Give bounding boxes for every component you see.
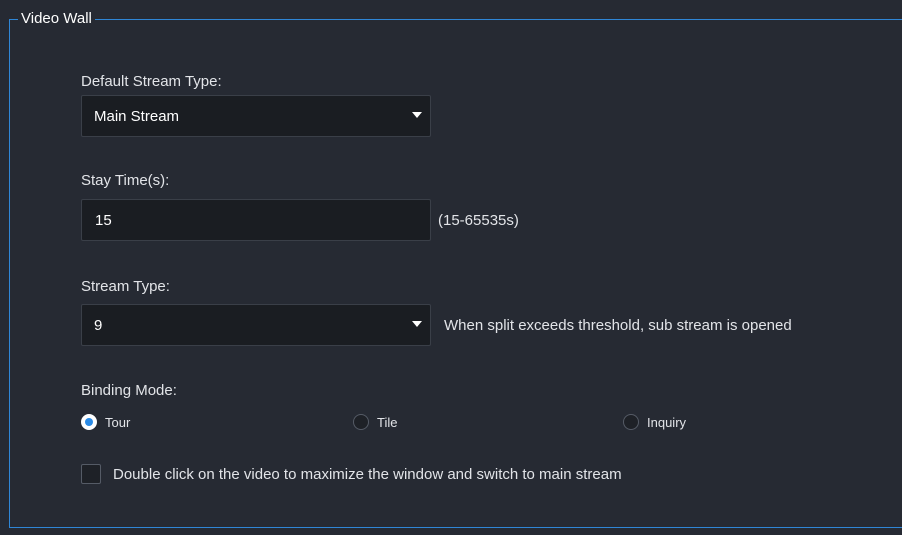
stay-time-field[interactable]: [81, 199, 431, 241]
binding-mode-inquiry-radio[interactable]: Inquiry: [623, 412, 686, 432]
binding-mode-label: Binding Mode:: [81, 382, 177, 399]
default-stream-type-select[interactable]: Main Stream: [81, 95, 431, 137]
radio-checked-icon: [81, 414, 97, 430]
double-click-maximize-label: Double click on the video to maximize th…: [113, 465, 622, 483]
default-stream-type-value: Main Stream: [94, 108, 180, 125]
default-stream-type-label: Default Stream Type:: [81, 73, 222, 90]
binding-mode-tile-radio[interactable]: Tile: [353, 412, 397, 432]
stream-type-label: Stream Type:: [81, 278, 170, 295]
double-click-maximize-checkbox[interactable]: Double click on the video to maximize th…: [81, 464, 622, 484]
chevron-down-icon: [412, 321, 422, 327]
stay-time-input[interactable]: [82, 200, 430, 240]
chevron-down-icon: [412, 112, 422, 118]
binding-mode-tile-label: Tile: [377, 414, 398, 430]
radio-unchecked-icon: [353, 414, 369, 430]
binding-mode-inquiry-label: Inquiry: [647, 414, 687, 430]
radio-unchecked-icon: [623, 414, 639, 430]
stream-type-select[interactable]: 9: [81, 304, 431, 346]
stay-time-label: Stay Time(s):: [81, 172, 170, 189]
stream-type-value: 9: [94, 317, 103, 334]
binding-mode-tour-label: Tour: [105, 414, 131, 430]
checkbox-unchecked-icon[interactable]: [81, 464, 101, 484]
stream-type-hint: When split exceeds threshold, sub stream…: [444, 317, 792, 334]
binding-mode-tour-radio[interactable]: Tour: [81, 412, 130, 432]
stay-time-range-hint: (15-65535s): [438, 212, 519, 229]
video-wall-title: Video Wall: [18, 9, 95, 29]
